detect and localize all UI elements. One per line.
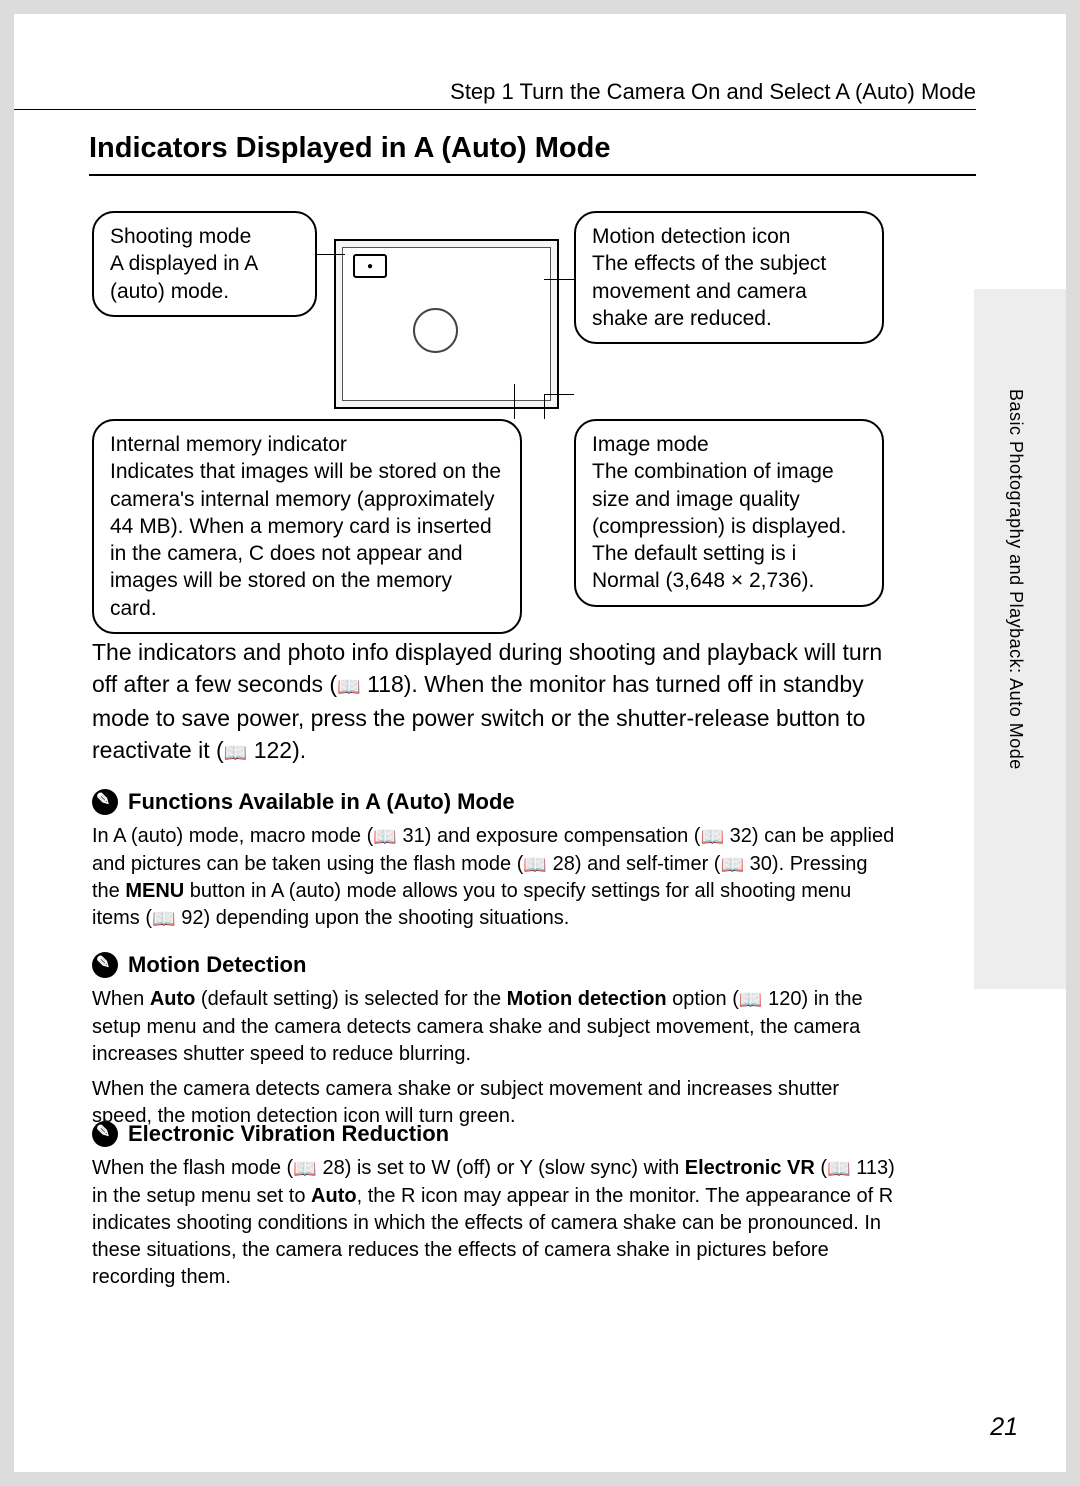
note-heading: Functions Available in A (Auto) Mode bbox=[92, 789, 899, 815]
callout-shooting-mode: Shooting modeA displayed in A (auto) mod… bbox=[92, 211, 317, 317]
monitor-illustration-inner bbox=[342, 247, 551, 401]
t: When the flash mode ( bbox=[92, 1157, 293, 1179]
menu-label: MENU bbox=[125, 880, 184, 902]
note-functions-available: Functions Available in A (Auto) Mode In … bbox=[92, 789, 899, 941]
book-icon: 📖 bbox=[337, 675, 361, 702]
t: 28) and self-timer ( bbox=[547, 853, 720, 875]
book-icon: 📖 bbox=[152, 907, 176, 933]
heading-rule bbox=[89, 174, 976, 176]
leader-line bbox=[317, 254, 345, 255]
page-number: 21 bbox=[990, 1413, 1018, 1442]
t: 31) and exposure compensation ( bbox=[397, 825, 701, 847]
book-icon: 📖 bbox=[739, 988, 763, 1014]
pencil-icon bbox=[92, 1121, 118, 1147]
camera-mode-icon bbox=[353, 254, 387, 278]
note-title: Motion Detection bbox=[128, 952, 306, 978]
leader-line bbox=[544, 394, 545, 419]
pencil-icon bbox=[92, 952, 118, 978]
note-body: When the flash mode (📖 28) is set to W (… bbox=[92, 1155, 899, 1291]
leader-line bbox=[544, 279, 574, 280]
header-rule bbox=[14, 109, 976, 110]
auto-label: Auto bbox=[150, 988, 196, 1010]
header-step-line: Step 1 Turn the Camera On and Select A (… bbox=[450, 79, 976, 105]
note-electronic-vr: Electronic Vibration Reduction When the … bbox=[92, 1121, 899, 1299]
note-heading: Electronic Vibration Reduction bbox=[92, 1121, 899, 1147]
note-motion-detection: Motion Detection When Auto (default sett… bbox=[92, 952, 899, 1138]
t: When bbox=[92, 988, 150, 1010]
note-title: Electronic Vibration Reduction bbox=[128, 1121, 449, 1147]
page-title: Indicators Displayed in A (Auto) Mode bbox=[89, 132, 611, 165]
book-icon: 📖 bbox=[523, 853, 547, 879]
leader-line bbox=[544, 394, 574, 395]
side-tab-label: Basic Photography and Playback: Auto Mod… bbox=[1005, 389, 1026, 770]
book-icon: 📖 bbox=[700, 825, 724, 851]
auto-label: Auto bbox=[311, 1185, 357, 1207]
book-icon: 📖 bbox=[720, 853, 744, 879]
body-paragraph: The indicators and photo info displayed … bbox=[92, 636, 899, 768]
body-text-c: 122). bbox=[247, 737, 306, 763]
t: option ( bbox=[667, 988, 739, 1010]
subject-graphic bbox=[413, 308, 458, 353]
callout-image-mode: Image modeThe combination of image size … bbox=[574, 419, 884, 607]
leader-line bbox=[514, 384, 515, 419]
page: Step 1 Turn the Camera On and Select A (… bbox=[14, 14, 1066, 1472]
t: 92) depending upon the shooting situatio… bbox=[176, 907, 570, 929]
monitor-illustration bbox=[334, 239, 559, 409]
t: ( bbox=[815, 1157, 827, 1179]
callout-internal-memory: Internal memory indicatorIndicates that … bbox=[92, 419, 522, 634]
note-body: In A (auto) mode, macro mode (📖 31) and … bbox=[92, 823, 899, 933]
note-body: When Auto (default setting) is selected … bbox=[92, 986, 899, 1130]
electronic-vr-label: Electronic VR bbox=[685, 1157, 815, 1179]
book-icon: 📖 bbox=[293, 1157, 317, 1183]
t: In A (auto) mode, macro mode ( bbox=[92, 825, 373, 847]
book-icon: 📖 bbox=[224, 741, 248, 768]
t: (default setting) is selected for the bbox=[195, 988, 506, 1010]
book-icon: 📖 bbox=[827, 1157, 851, 1183]
t: 28) is set to W (off) or Y (slow sync) w… bbox=[317, 1157, 685, 1179]
note-heading: Motion Detection bbox=[92, 952, 899, 978]
book-icon: 📖 bbox=[373, 825, 397, 851]
note-title: Functions Available in A (Auto) Mode bbox=[128, 789, 515, 815]
pencil-icon bbox=[92, 789, 118, 815]
motion-detection-label: Motion detection bbox=[507, 988, 667, 1010]
callout-motion-detection: Motion detection iconThe effects of the … bbox=[574, 211, 884, 344]
